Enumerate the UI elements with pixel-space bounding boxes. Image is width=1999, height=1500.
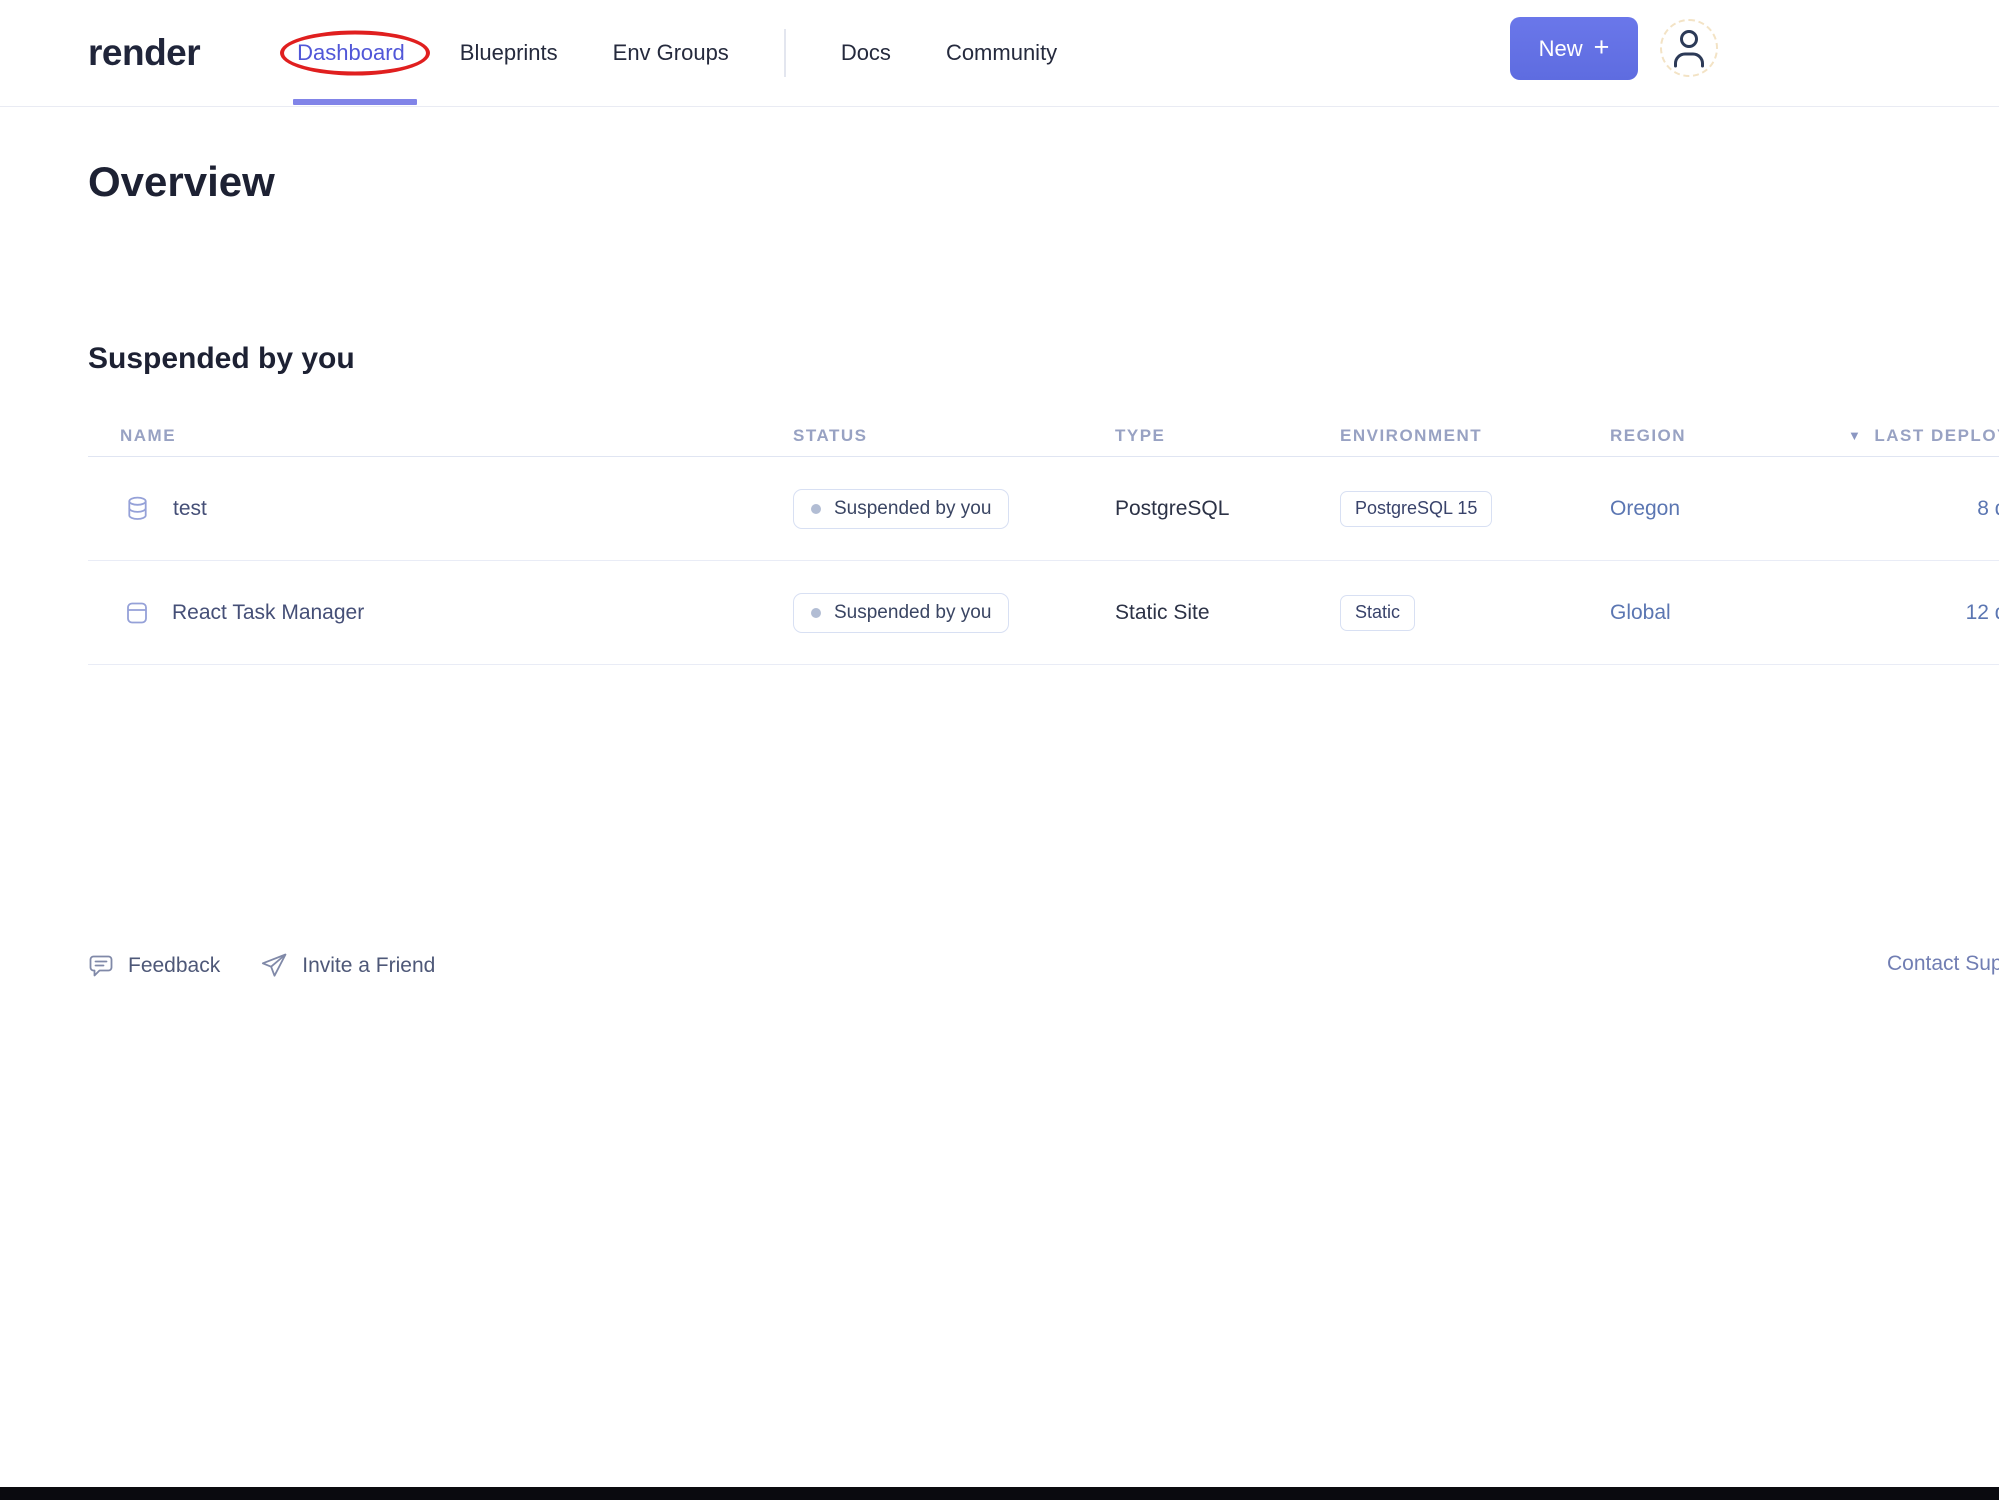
column-header-type: TYPE bbox=[1115, 425, 1166, 445]
environment-cell: PostgreSQL 15 bbox=[1340, 490, 1610, 527]
bottom-bar bbox=[0, 1487, 1999, 1500]
status-dot-icon bbox=[811, 607, 821, 618]
column-header-name: NAME bbox=[120, 425, 177, 445]
top-nav: render Dashboard Blueprints Env Groups D… bbox=[0, 0, 1999, 107]
status-cell: Suspended by you bbox=[793, 488, 1115, 529]
main-nav: Dashboard Blueprints Env Groups Docs Com… bbox=[280, 0, 1057, 106]
column-header-environment: ENVIRONMENT bbox=[1340, 425, 1483, 445]
nav-item-docs[interactable]: Docs bbox=[841, 0, 891, 106]
service-name-cell: test bbox=[88, 496, 793, 521]
environment-badge: Static bbox=[1340, 594, 1416, 631]
last-deploy-cell: 8 days ago bbox=[1977, 496, 1999, 520]
page-title: Overview bbox=[88, 158, 275, 205]
column-header-last-deploy[interactable]: ▼ LAST DEPLOYED bbox=[1840, 426, 1999, 446]
table-header-row: NAME STATUS TYPE ENVIRONMENT REGION ▼ LA… bbox=[88, 415, 1999, 457]
nav-item-env-groups[interactable]: Env Groups bbox=[613, 0, 729, 106]
nav-item-community-label: Community bbox=[945, 40, 1058, 65]
column-header-last-deploy-label: LAST DEPLOYED bbox=[1874, 425, 1999, 445]
feedback-link[interactable]: Feedback bbox=[88, 953, 220, 979]
nav-divider bbox=[783, 29, 786, 77]
type-cell: Static Site bbox=[1115, 600, 1210, 624]
nav-item-blueprints[interactable]: Blueprints bbox=[460, 0, 558, 106]
invite-friend-label: Invite a Friend bbox=[302, 954, 436, 977]
services-table: NAME STATUS TYPE ENVIRONMENT REGION ▼ LA… bbox=[88, 415, 1999, 665]
status-badge: Suspended by you bbox=[793, 488, 1010, 529]
type-cell: PostgreSQL bbox=[1115, 496, 1230, 520]
nav-item-dashboard-label: Dashboard bbox=[297, 40, 405, 65]
active-tab-underline bbox=[293, 99, 417, 105]
status-cell: Suspended by you bbox=[793, 592, 1115, 633]
static-site-icon bbox=[126, 601, 148, 625]
sort-descending-icon: ▼ bbox=[1848, 428, 1863, 443]
nav-item-dashboard[interactable]: Dashboard bbox=[280, 0, 431, 106]
footer: Feedback Invite a Friend bbox=[88, 952, 435, 980]
nav-item-docs-label: Docs bbox=[840, 40, 891, 65]
status-badge-label: Suspended by you bbox=[834, 497, 992, 519]
service-name-link[interactable]: React Task Manager bbox=[172, 601, 364, 625]
feedback-label: Feedback bbox=[128, 954, 221, 977]
status-dot-icon bbox=[811, 503, 821, 514]
new-button-label: New bbox=[1538, 35, 1583, 61]
nav-item-blueprints-label: Blueprints bbox=[459, 40, 558, 65]
environment-cell: Static bbox=[1340, 594, 1610, 631]
plus-icon: + bbox=[1593, 31, 1610, 62]
status-badge-label: Suspended by you bbox=[834, 601, 992, 623]
region-cell: Oregon bbox=[1610, 496, 1681, 520]
status-badge: Suspended by you bbox=[793, 592, 1010, 633]
new-button[interactable]: New + bbox=[1510, 17, 1638, 80]
section-title-suspended: Suspended by you bbox=[88, 342, 355, 375]
region-cell: Global bbox=[1610, 600, 1671, 624]
service-name-link[interactable]: test bbox=[173, 497, 207, 521]
service-name-cell: React Task Manager bbox=[88, 601, 793, 625]
column-header-status: STATUS bbox=[793, 425, 868, 445]
environment-badge: PostgreSQL 15 bbox=[1340, 490, 1493, 527]
user-icon bbox=[1671, 28, 1707, 68]
last-deploy-cell: 12 days ago bbox=[1965, 600, 1999, 624]
user-menu-button[interactable] bbox=[1660, 19, 1718, 77]
table-row[interactable]: test Suspended by you PostgreSQL Postgre… bbox=[88, 457, 1999, 561]
column-header-region: REGION bbox=[1610, 425, 1687, 445]
nav-item-community[interactable]: Community bbox=[946, 0, 1057, 106]
contact-support-link[interactable]: Contact Support bbox=[1887, 952, 1999, 976]
table-row[interactable]: React Task Manager Suspended by you Stat… bbox=[88, 561, 1999, 665]
render-logo[interactable]: render bbox=[88, 32, 201, 74]
nav-item-env-groups-label: Env Groups bbox=[612, 40, 729, 65]
invite-friend-link[interactable]: Invite a Friend bbox=[260, 952, 435, 980]
paper-plane-icon bbox=[260, 952, 288, 980]
feedback-bubble-icon bbox=[88, 953, 114, 979]
database-icon bbox=[126, 496, 149, 521]
